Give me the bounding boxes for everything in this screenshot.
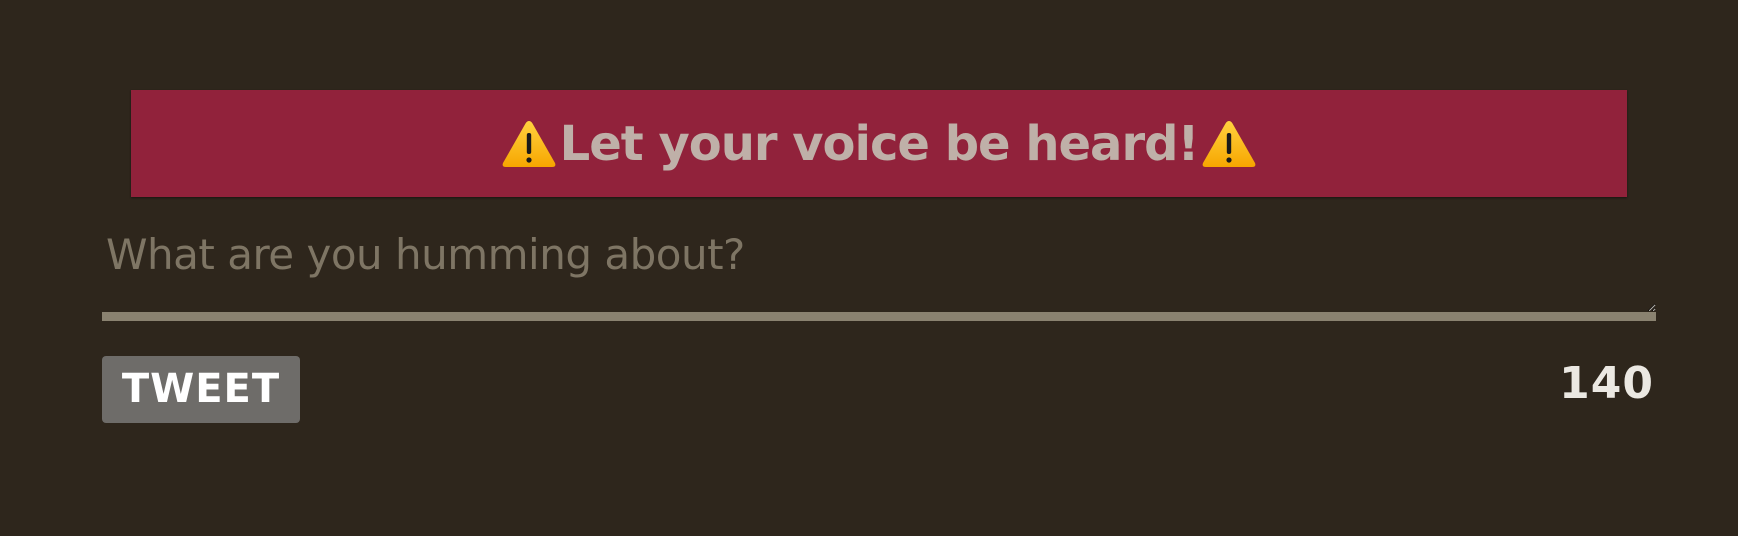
banner-title: Let your voice be heard! [559, 115, 1200, 172]
warning-icon [1202, 120, 1256, 167]
tweet-button[interactable]: TWEET [102, 356, 300, 423]
alert-banner: Let your voice be heard! [131, 90, 1627, 197]
banner-content: Let your voice be heard! [498, 116, 1261, 172]
tweet-textarea[interactable] [102, 220, 1656, 321]
character-counter: 140 [1559, 358, 1654, 409]
tweet-composer [102, 220, 1656, 321]
warning-icon [502, 120, 556, 167]
